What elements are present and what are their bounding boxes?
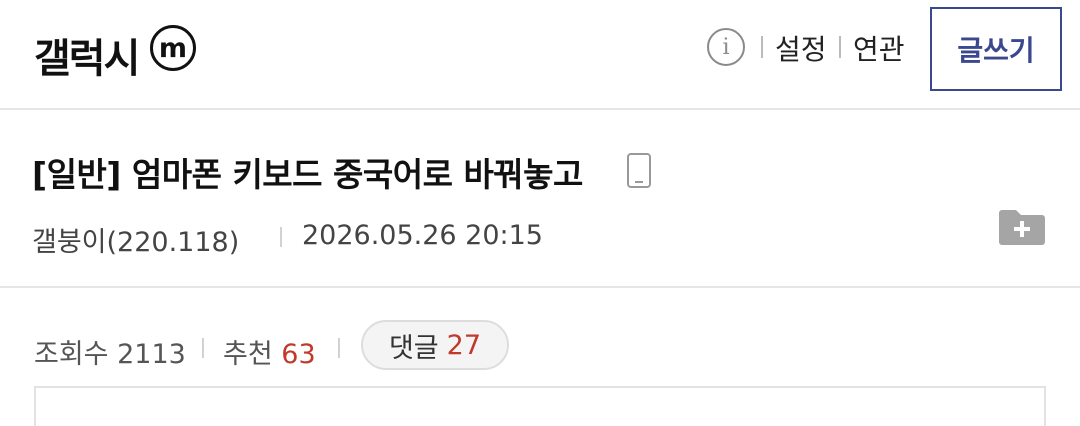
header-divider [761, 36, 763, 58]
stat-divider [202, 338, 204, 358]
recommend-label: 추천 [223, 339, 273, 370]
stat-divider [338, 338, 340, 358]
recommend-count: 추천 63 [223, 332, 316, 371]
post-title: [일반] 엄마폰 키보드 중국어로 바꿔놓고 [32, 155, 583, 194]
write-post-button[interactable]: 글쓰기 [930, 7, 1062, 91]
post-stats: 조회수 2113 추천 63 댓글 27 [0, 290, 1080, 426]
gallery-title[interactable]: 갤럭시 [34, 26, 140, 84]
minor-gallery-badge-icon: m [150, 25, 196, 71]
post-content-box [34, 386, 1046, 426]
related-link[interactable]: 연관 [853, 28, 905, 68]
header-divider [839, 36, 841, 58]
view-count-value: 2113 [117, 339, 186, 370]
meta-divider [280, 227, 282, 247]
post-header: [일반] 엄마폰 키보드 중국어로 바꿔놓고 갤붕이(220.118) 2026… [0, 112, 1080, 288]
comments-label: 댓글 [388, 332, 439, 364]
folder-add-icon[interactable] [998, 206, 1046, 246]
post-date: 2026.05.26 20:15 [302, 220, 543, 251]
comments-button[interactable]: 댓글 27 [361, 320, 509, 370]
settings-link[interactable]: 설정 [775, 28, 827, 68]
view-count-label: 조회수 [34, 339, 109, 370]
post-author[interactable]: 갤붕이(220.118) [32, 220, 239, 259]
phone-icon [627, 153, 651, 188]
info-icon[interactable]: i [707, 28, 745, 66]
view-count: 조회수 2113 [34, 332, 186, 371]
gallery-header: 갤럭시 m i 설정 연관 글쓰기 [0, 0, 1080, 110]
recommend-value: 63 [281, 339, 316, 370]
comments-value: 27 [446, 329, 482, 361]
